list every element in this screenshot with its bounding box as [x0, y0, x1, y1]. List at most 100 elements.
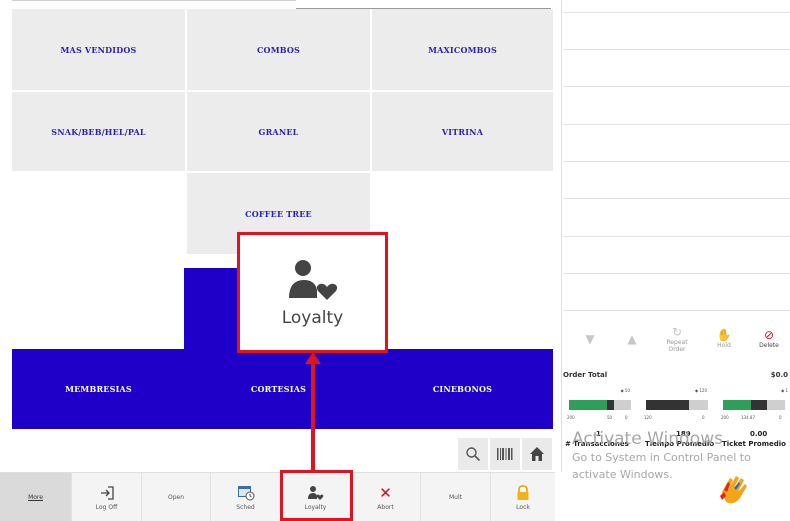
abort-icon: ✕: [379, 484, 392, 502]
search-icon: [466, 447, 481, 462]
log-off-button[interactable]: Log Off: [72, 473, 142, 521]
lock-icon: [516, 484, 530, 502]
delete-button[interactable]: ⊘ Delete: [748, 318, 790, 360]
order-total: Order Total $0.0: [563, 368, 790, 382]
category-label: MEMBRESIAS: [65, 384, 132, 394]
sched-button[interactable]: Sched: [211, 473, 281, 521]
kpi-min: 200: [721, 415, 729, 420]
abort-label: Abort: [377, 504, 394, 511]
kpi-gauge-ticket: ◆ 1 200 134.87 0: [717, 382, 790, 426]
watermark-title: Activate Windows: [572, 429, 723, 449]
kpi-max: 0: [779, 415, 782, 420]
kpi-value: 0.00: [750, 430, 768, 438]
home-button[interactable]: [522, 438, 552, 470]
order-line: [563, 49, 790, 50]
category-mas-vendidos[interactable]: MAS VENDIDOS: [12, 9, 185, 90]
schedule-icon: [237, 484, 255, 502]
kpi-fill-green: [723, 400, 751, 410]
abort-button[interactable]: ✕ Abort: [351, 473, 421, 521]
category-cinebonos[interactable]: CINEBONOS: [372, 349, 553, 429]
kpi-track: [723, 400, 785, 410]
sched-label: Sched: [236, 504, 255, 511]
category-label: VITRINA: [441, 126, 484, 137]
category-label: SNAK/BEB/HEL/PAL: [51, 126, 146, 137]
repeat-icon: ↻: [671, 324, 683, 339]
kpi-target: ◆ 50: [620, 388, 630, 393]
delete-label: Delete: [759, 342, 779, 349]
kpi-gauge-tiempo: ◆ 120 120 0: [640, 382, 715, 426]
category-label: MAXICOMBOS: [428, 44, 497, 55]
category-label: MAS VENDIDOS: [60, 44, 137, 55]
highlight-arrow-head: [305, 352, 321, 364]
category-snak-beb-hel-pal[interactable]: SNAK/BEB/HEL/PAL: [12, 92, 185, 171]
kpi-max: 0: [625, 415, 628, 420]
loyalty-highlight-box: [280, 470, 353, 521]
kpi-mid: 50: [607, 415, 613, 420]
category-membresias[interactable]: MEMBRESIAS: [12, 349, 185, 429]
repeat-order-label: Repeat Order: [666, 338, 688, 353]
order-line: [563, 12, 790, 13]
log-off-label: Log Off: [95, 504, 118, 511]
category-label: CINEBONOS: [432, 384, 493, 394]
order-total-label: Order Total: [563, 371, 608, 379]
kpi-fill-green: [569, 400, 607, 410]
kpi-mid: 134.87: [741, 415, 755, 420]
open-button[interactable]: Open: [142, 473, 211, 521]
lock-label: Lock: [516, 504, 530, 511]
kpi-fill-black: [646, 400, 689, 410]
order-line: [563, 236, 790, 237]
highlight-arrow-line: [311, 362, 315, 470]
log-off-icon: [99, 484, 115, 502]
repeat-order-button[interactable]: ↻ Repeat Order: [654, 318, 700, 360]
lock-button[interactable]: Lock: [491, 473, 555, 521]
kpi-target: ◆ 1: [781, 388, 788, 393]
arrow-up-icon: ▲: [627, 331, 637, 346]
hold-button[interactable]: ✋ Hold: [704, 318, 744, 360]
category-label: GRANEL: [258, 126, 299, 137]
mult-label: Mult: [449, 494, 462, 501]
home-icon: [530, 447, 544, 461]
order-line: [563, 273, 790, 274]
kpi-fill-black: [607, 400, 614, 410]
category-label: CORTESIAS: [250, 384, 307, 394]
search-button[interactable]: [458, 438, 488, 470]
kpi-track: [569, 400, 631, 410]
kpi-gauge-transacciones: ◆ 50 200 50 0: [563, 382, 638, 426]
more-label: More: [28, 494, 43, 501]
order-line: [563, 86, 790, 87]
category-granel[interactable]: GRANEL: [187, 92, 370, 171]
barcode-button[interactable]: [490, 438, 520, 470]
order-total-value: $0.0: [770, 371, 788, 379]
scroll-down-button[interactable]: ▼: [570, 318, 610, 360]
mult-button[interactable]: Mult: [421, 473, 491, 521]
loyalty-person-heart-icon: [288, 259, 337, 300]
hold-label: Hold: [717, 342, 731, 349]
category-label: COMBOS: [256, 44, 301, 55]
kpi-track: [646, 400, 708, 410]
open-label: Open: [167, 494, 185, 501]
order-line: [563, 124, 790, 125]
loyalty-callout-label: Loyalty: [281, 307, 344, 328]
barcode-icon: [497, 448, 513, 460]
order-line: [563, 161, 790, 162]
arrow-down-icon: ▼: [585, 331, 595, 346]
kpi-fill-black: [751, 400, 767, 410]
kpi-min: 200: [567, 415, 575, 420]
watermark-line: Go to System in Control Panel to: [572, 451, 751, 464]
loyalty-callout: Loyalty: [237, 232, 388, 353]
scroll-up-button[interactable]: ▲: [612, 318, 652, 360]
order-line: [563, 310, 790, 311]
kpi-target: ◆ 120: [695, 388, 707, 393]
category-label: COFFEE TREE: [245, 208, 312, 219]
category-maxicombos[interactable]: MAXICOMBOS: [372, 9, 553, 90]
bottom-toolbar: More Log Off Open Sched Loyalty ✕ Abort: [0, 472, 555, 521]
more-button[interactable]: More: [0, 473, 72, 521]
wave-hand-icon[interactable]: [714, 472, 754, 508]
category-combos[interactable]: COMBOS: [187, 9, 370, 90]
hand-icon: ✋: [716, 328, 732, 342]
category-cortesias[interactable]: CORTESIAS: [187, 349, 370, 429]
delete-icon: ⊘: [763, 328, 775, 342]
panel-divider: [561, 0, 562, 472]
category-vitrina[interactable]: VITRINA: [372, 92, 553, 171]
kpi-min: 120: [644, 415, 652, 420]
